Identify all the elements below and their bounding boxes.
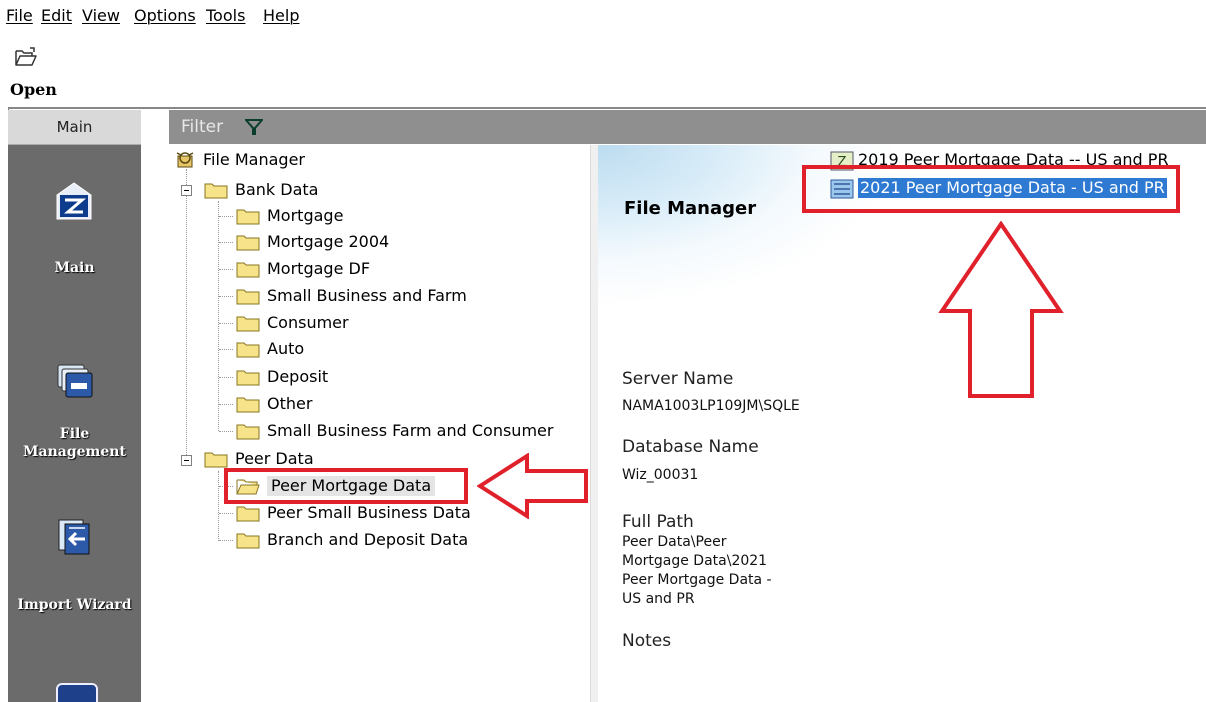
menu-bar: File Edit View Options Tools Help — [6, 0, 1206, 30]
folder-icon — [236, 370, 260, 386]
database-name-value: Wiz_00031 — [622, 467, 699, 483]
tree-node-label: Small Business Farm and Consumer — [267, 421, 554, 440]
annotation-arrow-up — [938, 221, 1064, 398]
peer-data-collapse-toggle[interactable] — [181, 455, 192, 466]
tree-node-mortgage[interactable]: Mortgage — [219, 203, 536, 229]
annotation-arrow-left — [477, 453, 588, 519]
server-name-label: Server Name — [622, 369, 734, 389]
open-folder-icon — [15, 47, 37, 66]
tree-node-label: Deposit — [267, 367, 329, 386]
tree-connector — [219, 431, 233, 432]
filter-label[interactable]: Filter — [181, 117, 223, 137]
tree-root[interactable]: File Manager — [175, 147, 475, 173]
annotation-highlight-box — [802, 165, 1180, 213]
open-button[interactable]: Open — [10, 46, 70, 106]
tree-connector — [219, 513, 233, 514]
folder-icon — [236, 533, 260, 549]
folder-icon — [236, 506, 260, 522]
tree-node-small-business-farm[interactable]: Small Business and Farm — [219, 283, 556, 309]
tree-node-other[interactable]: Other — [219, 391, 536, 417]
menu-tools[interactable]: Tools — [206, 6, 245, 26]
notes-label: Notes — [622, 631, 672, 651]
tree-connector — [219, 377, 233, 378]
filter-bar: Filter — [169, 110, 1206, 144]
tree-node-label: Other — [267, 394, 313, 413]
annotation-highlight-box — [224, 468, 468, 504]
import-wizard-icon — [58, 519, 90, 555]
file-manager-icon — [176, 152, 194, 168]
menu-edit[interactable]: Edit — [41, 6, 72, 26]
tree-node-mortgage-df[interactable]: Mortgage DF — [219, 256, 536, 282]
tree-connector — [219, 540, 233, 541]
tree-node-label: Auto — [267, 339, 305, 358]
tree-node-deposit[interactable]: Deposit — [219, 364, 536, 390]
nav-header[interactable]: Main — [8, 110, 141, 145]
tree-node-label: Peer Small Business Data — [267, 503, 471, 522]
folder-icon — [236, 209, 260, 225]
tree-connector — [219, 296, 233, 297]
application-window: File Edit View Options Tools Help Open M… — [0, 0, 1206, 702]
funnel-icon[interactable] — [245, 119, 263, 135]
side-navigation: Main File Management Import Wizard — [8, 145, 141, 702]
toolbar-separator — [8, 107, 1206, 109]
folder-icon — [236, 235, 260, 251]
folder-icon — [236, 289, 260, 305]
full-path-value-line3: Peer Mortgage Data - — [622, 572, 772, 588]
tree-node-label: Consumer — [267, 313, 349, 332]
folder-icon — [236, 316, 260, 332]
full-path-label: Full Path — [622, 512, 694, 532]
folder-icon — [204, 183, 228, 199]
full-path-value-line2: Mortgage Data\2021 — [622, 553, 768, 569]
open-button-label: Open — [10, 80, 57, 99]
tree-node-mortgage-2004[interactable]: Mortgage 2004 — [219, 229, 536, 255]
folder-icon — [236, 262, 260, 278]
file-tree: File Manager Bank Data Mortgage Mortgage… — [169, 145, 590, 702]
tree-connector — [219, 323, 233, 324]
nav-item-import-wizard-label: Import Wizard — [17, 597, 132, 613]
nav-item-more-icon[interactable] — [56, 683, 98, 702]
tree-connector — [186, 169, 187, 459]
tree-node-bank-data[interactable]: Bank Data — [204, 177, 454, 203]
tree-connector — [218, 201, 219, 431]
tree-connector — [219, 349, 233, 350]
tree-node-label: Branch and Deposit Data — [267, 530, 469, 549]
toolbar: Open — [8, 30, 1206, 107]
tree-node-branch-deposit-data[interactable]: Branch and Deposit Data — [219, 527, 536, 553]
menu-file[interactable]: File — [6, 6, 33, 26]
tree-root-label: File Manager — [203, 150, 305, 169]
folder-icon — [204, 452, 228, 468]
bank-data-collapse-toggle[interactable] — [181, 185, 192, 196]
folder-icon — [236, 342, 260, 358]
tree-node-auto[interactable]: Auto — [219, 336, 536, 362]
tree-connector — [219, 404, 233, 405]
main-icon — [56, 182, 92, 220]
full-path-value-line4: US and PR — [622, 591, 695, 607]
nav-gap — [141, 110, 169, 702]
nav-item-file-management-label: File Management — [23, 426, 126, 460]
pane-title: File Manager — [624, 198, 757, 219]
nav-item-main-label: Main — [54, 260, 95, 276]
tree-node-label: Mortgage — [267, 206, 344, 225]
details-pane: File Manager Z 2019 Peer Mortgage Data -… — [598, 145, 1206, 702]
menu-view[interactable]: View — [82, 6, 120, 26]
tree-connector — [218, 471, 219, 541]
tree-node-label: Small Business and Farm — [267, 286, 467, 305]
database-name-label: Database Name — [622, 437, 759, 457]
tree-node-label: Peer Data — [235, 449, 314, 468]
menu-options[interactable]: Options — [134, 6, 196, 26]
tree-node-consumer[interactable]: Consumer — [219, 310, 536, 336]
folder-icon — [236, 424, 260, 440]
tree-connector — [219, 269, 233, 270]
file-management-icon — [57, 364, 93, 398]
tree-connector — [219, 242, 233, 243]
folder-icon — [236, 397, 260, 413]
menu-help[interactable]: Help — [263, 6, 299, 26]
tree-node-small-business-farm-consumer[interactable]: Small Business Farm and Consumer — [219, 418, 576, 444]
full-path-value-line1: Peer Data\Peer — [622, 534, 727, 550]
tree-connector — [219, 216, 233, 217]
server-name-value: NAMA1003LP109JM\SQLE — [622, 398, 800, 414]
tree-node-label: Mortgage DF — [267, 259, 371, 278]
tree-node-label: Bank Data — [235, 180, 319, 199]
tree-node-label: Mortgage 2004 — [267, 232, 390, 251]
